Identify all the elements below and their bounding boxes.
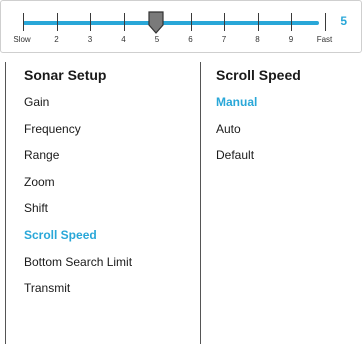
menu-item-frequency[interactable]: Frequency	[24, 116, 196, 143]
scroll-speed-options: Scroll Speed Manual Auto Default	[216, 64, 356, 351]
slider-tick	[324, 13, 326, 31]
menu-item-transmit[interactable]: Transmit	[24, 275, 196, 302]
panel-left-border	[5, 62, 6, 344]
slider-tick-label: 6	[188, 35, 193, 44]
slider-tick	[90, 13, 91, 31]
slider-value-readout: 5	[340, 14, 347, 28]
menu-item-shift[interactable]: Shift	[24, 195, 196, 222]
menu-item-gain[interactable]: Gain	[24, 89, 196, 116]
pentagon-pointer-icon[interactable]	[147, 11, 165, 35]
option-default[interactable]: Default	[216, 142, 356, 169]
menu-item-bottom-search-limit[interactable]: Bottom Search Limit	[24, 249, 196, 276]
slider-tick-label: 3	[87, 35, 93, 44]
slider-tick-label: 5	[154, 35, 160, 44]
slider-tick	[56, 13, 58, 31]
scroll-speed-slider[interactable]: Slow 2 3 4 5 6 7 8 9 Fast 5	[0, 0, 362, 53]
column-divider	[200, 62, 201, 344]
menu-item-scroll-speed[interactable]: Scroll Speed	[24, 222, 196, 249]
slider-track[interactable]	[23, 21, 319, 25]
slider-tick-label: Fast	[316, 35, 333, 44]
slider-tick-label: 9	[288, 35, 294, 44]
scroll-speed-title: Scroll Speed	[216, 67, 301, 83]
slider-tick	[291, 13, 292, 31]
slider-tick-label: 8	[255, 35, 260, 44]
slider-tick	[257, 13, 259, 31]
slider-tick	[123, 13, 125, 31]
slider-tick-label: 4	[121, 35, 126, 44]
slider-tick	[23, 13, 24, 31]
slider-tick	[224, 13, 225, 31]
slider-tick-label: 7	[221, 35, 227, 44]
option-manual[interactable]: Manual	[216, 89, 356, 116]
menu-item-zoom[interactable]: Zoom	[24, 169, 196, 196]
slider-tick	[190, 13, 192, 31]
menu-item-range[interactable]: Range	[24, 142, 196, 169]
sonar-setup-menu: Sonar Setup Gain Frequency Range Zoom Sh…	[24, 64, 196, 351]
slider-tick-label: Slow	[13, 35, 31, 44]
slider-tick-label: 2	[54, 35, 59, 44]
option-auto[interactable]: Auto	[216, 116, 356, 143]
sonar-setup-title: Sonar Setup	[24, 67, 107, 83]
